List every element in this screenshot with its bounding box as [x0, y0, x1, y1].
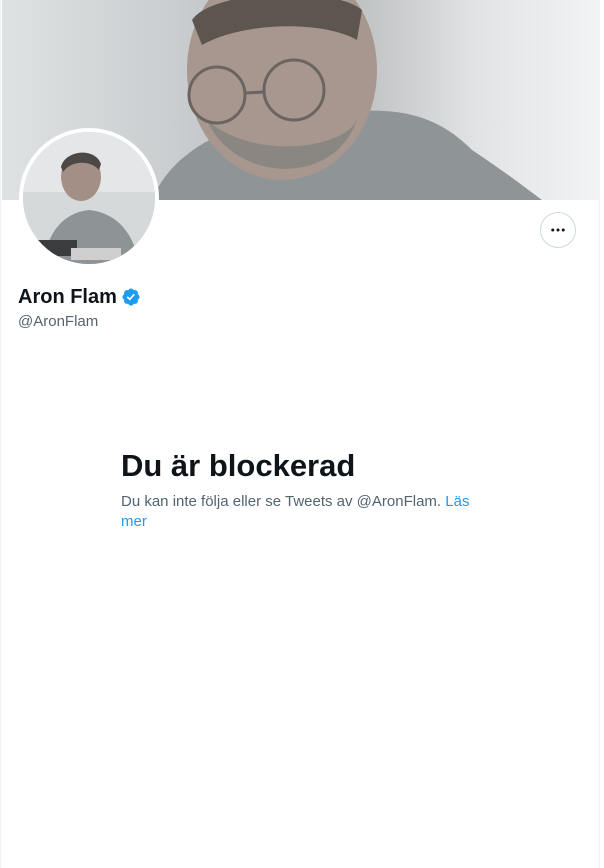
profile-handle: @AronFlam — [18, 313, 99, 330]
more-horizontal-icon — [551, 228, 565, 232]
blocked-notice: Du är blockerad Du kan inte följa eller … — [121, 448, 481, 532]
profile-avatar[interactable] — [19, 128, 159, 268]
blocked-title: Du är blockerad — [121, 448, 356, 483]
profile-name-row: Aron Flam — [18, 285, 141, 309]
display-name: Aron Flam — [18, 286, 117, 308]
blocked-message-paragraph: Du kan inte följa eller se Tweets av @Ar… — [121, 492, 481, 532]
more-options-button[interactable] — [540, 212, 576, 248]
avatar-photo — [23, 132, 155, 264]
profile-page: Aron Flam @AronFlam Du är blockerad Du k… — [0, 0, 600, 868]
blocked-message: Du kan inte följa eller se Tweets av @Ar… — [121, 493, 442, 510]
verified-badge-icon[interactable] — [121, 287, 141, 307]
